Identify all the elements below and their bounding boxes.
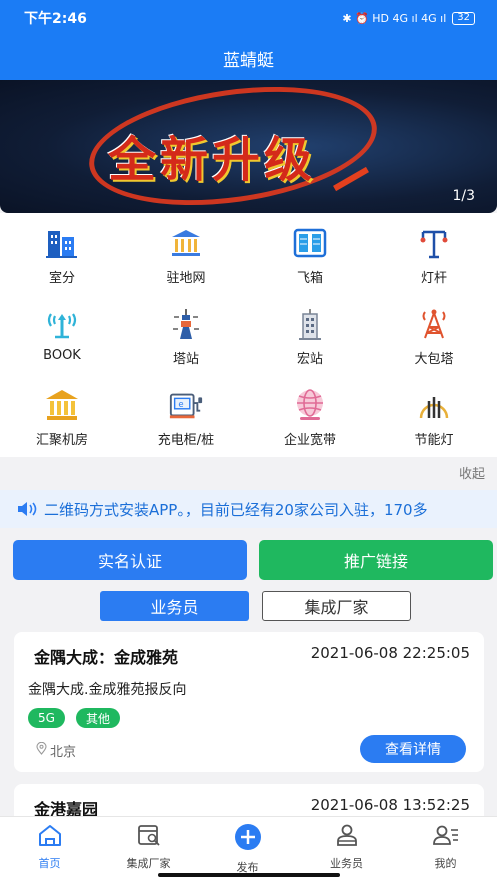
category-label: 节能灯 bbox=[414, 433, 454, 448]
category-item-zhudiwang[interactable]: 驻地网 bbox=[124, 213, 248, 293]
signal-indicators: ✱ ⏰ HD 4G ıl 4G ıl bbox=[342, 11, 447, 25]
post-description: 金隅大成.金成雅苑报反向 bbox=[28, 682, 187, 698]
plus-icon bbox=[234, 823, 262, 855]
lamp-pole-icon bbox=[416, 225, 452, 261]
category-item-feixiang[interactable]: 飞箱 bbox=[248, 213, 372, 293]
svg-text:e: e bbox=[178, 400, 183, 410]
post-location: 北京 bbox=[36, 741, 76, 760]
category-label: 塔站 bbox=[172, 352, 199, 367]
category-label: 室分 bbox=[48, 271, 75, 286]
notice-text: 二维码方式安装APP。，目前已经有20家公司入驻，170多 bbox=[44, 500, 428, 519]
status-time: 下午2:46 bbox=[24, 11, 87, 27]
tab-integrator[interactable]: 集成厂家 bbox=[262, 591, 411, 621]
category-label: 汇聚机房 bbox=[35, 433, 88, 448]
location-pin-icon bbox=[36, 741, 47, 759]
collapse-button[interactable]: 收起 bbox=[459, 463, 485, 482]
building-icon bbox=[44, 225, 80, 261]
macro-station-icon bbox=[292, 306, 328, 342]
tab-label: 首页 bbox=[38, 857, 61, 870]
energy-lamp-icon bbox=[416, 387, 452, 423]
tower-station-icon bbox=[168, 306, 204, 342]
category-item-denggan[interactable]: 灯杆 bbox=[372, 213, 496, 293]
tab-label: 我的 bbox=[434, 857, 457, 870]
cabinet-icon bbox=[292, 225, 328, 261]
category-item-chongdian[interactable]: e 充电柜/桩 bbox=[124, 375, 248, 455]
tag-badge: 其他 bbox=[76, 708, 121, 728]
category-label: 灯杆 bbox=[420, 271, 447, 286]
home-indicator[interactable] bbox=[158, 873, 340, 877]
view-details-button[interactable]: 查看详情 bbox=[360, 735, 466, 763]
status-indicators: ✱ ⏰ HD 4G ıl 4G ıl 32 bbox=[342, 11, 475, 25]
tab-label: 集成厂家 bbox=[126, 857, 171, 870]
category-grid: 室分 驻地网 飞箱 灯杆 BOOK 塔站 宏站 大包塔 汇聚机房 e 充电柜/桩… bbox=[0, 213, 497, 457]
location-text: 北京 bbox=[50, 745, 77, 760]
post-time: 2021-06-08 13:52:25 bbox=[310, 796, 470, 814]
collapse-row: 收起 bbox=[0, 457, 497, 487]
banner-headline: 全新升级 bbox=[108, 132, 317, 188]
category-label: 飞箱 bbox=[296, 271, 323, 286]
status-bar: 下午2:46 ✱ ⏰ HD 4G ıl 4G ıl 32 bbox=[0, 0, 497, 36]
category-item-dabaota[interactable]: 大包塔 bbox=[372, 294, 496, 374]
home-icon bbox=[37, 823, 63, 851]
page-title: 蓝蜻蜓 bbox=[223, 50, 274, 71]
category-label: 企业宽带 bbox=[283, 433, 336, 448]
nav-bar: 蓝蜻蜓 bbox=[0, 36, 497, 80]
tag-badge: 5G bbox=[28, 708, 65, 728]
category-item-huiju[interactable]: 汇聚机房 bbox=[0, 375, 124, 455]
category-label: 驻地网 bbox=[166, 271, 206, 286]
globe-icon bbox=[292, 387, 328, 423]
temple-icon bbox=[44, 387, 80, 423]
vendor-icon bbox=[136, 823, 162, 851]
post-time: 2021-06-08 22:25:05 bbox=[310, 644, 470, 662]
bank-icon bbox=[168, 225, 204, 261]
category-item-kuandai[interactable]: 企业宽带 bbox=[248, 375, 372, 455]
post-title: 金隅大成：金成雅苑 bbox=[34, 648, 179, 667]
post-card[interactable]: 金隅大成：金成雅苑 2021-06-08 22:25:05 金隅大成.金成雅苑报… bbox=[14, 632, 484, 772]
promo-banner[interactable]: 全新升级 1/3 bbox=[0, 80, 497, 213]
category-item-hongzhan[interactable]: 宏站 bbox=[248, 294, 372, 374]
banner-pager: 1/3 bbox=[452, 188, 475, 204]
tab-vendor[interactable]: 集成厂家 bbox=[99, 823, 198, 871]
category-item-shifen[interactable]: 室分 bbox=[0, 213, 124, 293]
category-item-tazhan[interactable]: 塔站 bbox=[124, 294, 248, 374]
verify-identity-button[interactable]: 实名认证 bbox=[13, 540, 247, 580]
category-label: 充电柜/桩 bbox=[157, 433, 215, 448]
staff-icon bbox=[334, 823, 360, 851]
tab-home[interactable]: 首页 bbox=[0, 823, 99, 871]
antenna-signal-icon bbox=[44, 306, 80, 342]
category-label: 宏站 bbox=[296, 352, 323, 367]
notice-bar[interactable]: 二维码方式安装APP。，目前已经有20家公司入驻，170多 bbox=[0, 490, 497, 528]
tab-profile[interactable]: 我的 bbox=[396, 823, 495, 871]
battery-icon: 32 bbox=[452, 11, 475, 25]
lattice-tower-icon bbox=[416, 306, 452, 342]
speaker-icon bbox=[16, 501, 38, 517]
app-screen: 下午2:46 ✱ ⏰ HD 4G ıl 4G ıl 32 蓝蜻蜓 全新升级 1/… bbox=[0, 0, 497, 883]
category-label: BOOK bbox=[43, 348, 81, 363]
category-item-book[interactable]: BOOK bbox=[0, 294, 124, 374]
tab-publish[interactable]: 发布 bbox=[198, 823, 297, 875]
category-item-jienengdeng[interactable]: 节能灯 bbox=[372, 375, 496, 455]
profile-icon bbox=[432, 823, 460, 851]
tab-label: 业务员 bbox=[330, 857, 363, 870]
charging-pile-icon: e bbox=[168, 387, 204, 423]
promo-link-button[interactable]: 推广链接 bbox=[259, 540, 493, 580]
category-label: 大包塔 bbox=[414, 352, 454, 367]
tab-salesman[interactable]: 业务员 bbox=[100, 591, 249, 621]
tab-staff[interactable]: 业务员 bbox=[297, 823, 396, 871]
